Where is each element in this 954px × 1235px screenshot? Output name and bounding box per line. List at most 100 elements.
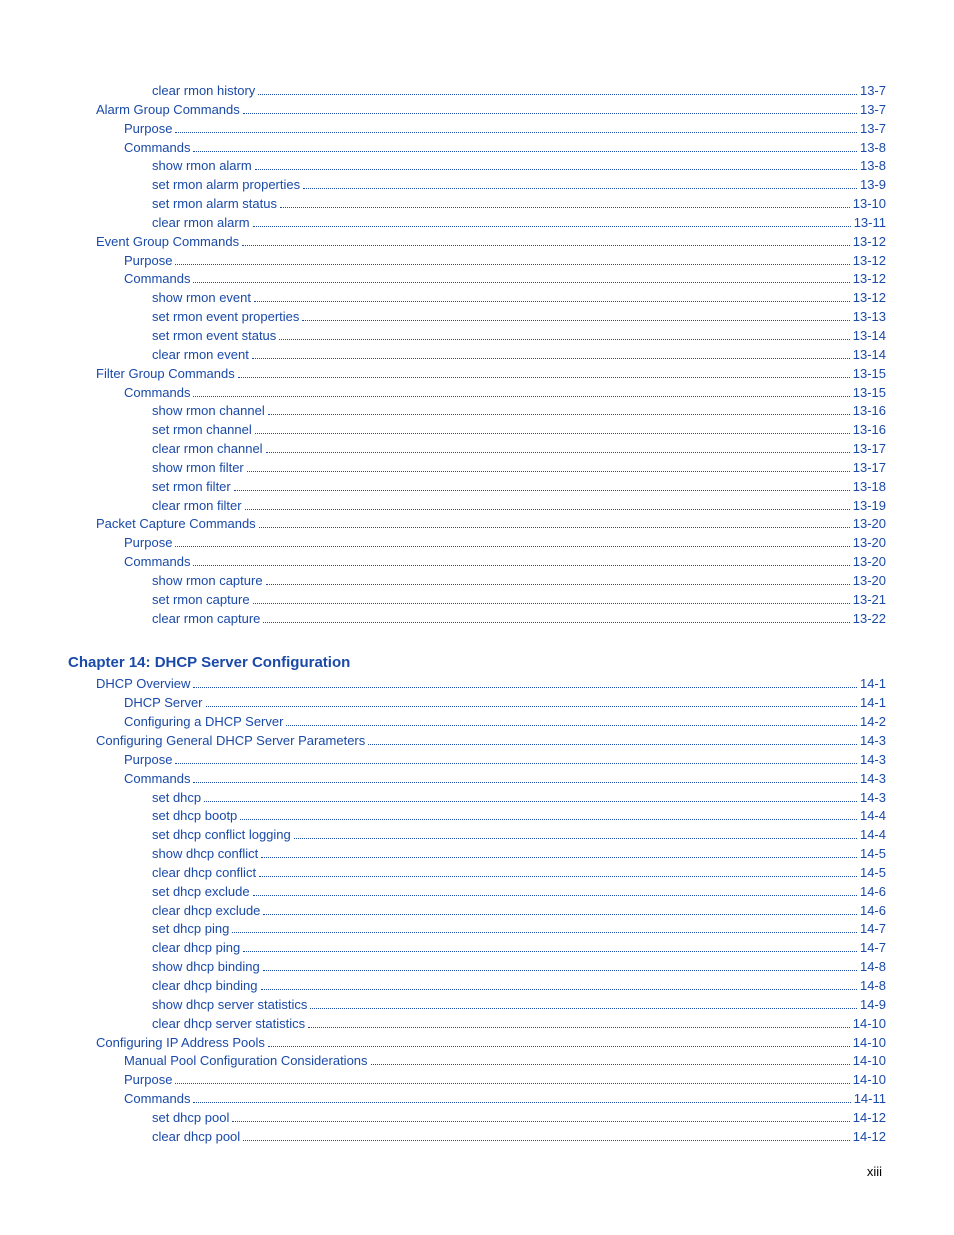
toc-leader-dots (302, 320, 849, 321)
toc-entry-label: Commands (124, 770, 190, 789)
toc-entry-label: Purpose (124, 751, 172, 770)
toc-leader-dots (193, 282, 849, 283)
toc-entry-page: 14-6 (860, 883, 886, 902)
toc-entry[interactable]: Manual Pool Configuration Considerations… (68, 1052, 886, 1071)
toc-entry[interactable]: clear rmon filter13-19 (68, 497, 886, 516)
toc-entry[interactable]: Commands13-20 (68, 553, 886, 572)
toc-entry[interactable]: show rmon capture13-20 (68, 572, 886, 591)
toc-entry-label: Commands (124, 1090, 190, 1109)
toc-entry[interactable]: set dhcp bootp14-4 (68, 807, 886, 826)
toc-entry-label: clear rmon alarm (152, 214, 250, 233)
toc-entry[interactable]: clear rmon event13-14 (68, 346, 886, 365)
toc-entry[interactable]: clear dhcp server statistics14-10 (68, 1015, 886, 1034)
toc-entry[interactable]: set rmon event status13-14 (68, 327, 886, 346)
toc-entry[interactable]: Event Group Commands 13-12 (68, 233, 886, 252)
toc-entry[interactable]: show rmon filter 13-17 (68, 459, 886, 478)
toc-leader-dots (263, 622, 849, 623)
toc-entry[interactable]: Purpose14-3 (68, 751, 886, 770)
toc-entry-label: show rmon channel (152, 402, 265, 421)
toc-entry[interactable]: set rmon alarm properties13-9 (68, 176, 886, 195)
toc-entry[interactable]: set rmon capture13-21 (68, 591, 886, 610)
toc-entry[interactable]: clear dhcp binding14-8 (68, 977, 886, 996)
toc-leader-dots (255, 433, 850, 434)
toc-entry[interactable]: show dhcp conflict14-5 (68, 845, 886, 864)
toc-entry-page: 13-12 (853, 252, 886, 271)
toc-entry[interactable]: set rmon filter13-18 (68, 478, 886, 497)
toc-entry[interactable]: Purpose14-10 (68, 1071, 886, 1090)
toc-entry[interactable]: Commands 14-11 (68, 1090, 886, 1109)
toc-entry[interactable]: show rmon alarm13-8 (68, 157, 886, 176)
toc-entry[interactable]: set rmon event properties13-13 (68, 308, 886, 327)
toc-entry-page: 13-20 (853, 534, 886, 553)
toc-entry[interactable]: set dhcp conflict logging14-4 (68, 826, 886, 845)
toc-entry[interactable]: Purpose13-12 (68, 252, 886, 271)
toc-leader-dots (175, 264, 849, 265)
toc-entry-label: set rmon filter (152, 478, 231, 497)
toc-entry[interactable]: clear dhcp exclude14-6 (68, 902, 886, 921)
toc-entry[interactable]: show rmon event13-12 (68, 289, 886, 308)
toc-entry-page: 13-22 (853, 610, 886, 629)
toc-entry-page: 13-12 (853, 289, 886, 308)
toc-entry[interactable]: clear dhcp conflict14-5 (68, 864, 886, 883)
toc-entry[interactable]: clear dhcp ping14-7 (68, 939, 886, 958)
toc-leader-dots (261, 989, 857, 990)
toc-entry[interactable]: Packet Capture Commands 13-20 (68, 515, 886, 534)
toc-entry-page: 13-15 (853, 384, 886, 403)
toc-entry[interactable]: Purpose13-20 (68, 534, 886, 553)
toc-entry-label: Event Group Commands (96, 233, 239, 252)
toc-leader-dots (193, 565, 849, 566)
toc-leader-dots (279, 339, 849, 340)
toc-entry[interactable]: Commands13-12 (68, 270, 886, 289)
toc-entry[interactable]: clear rmon history13-7 (68, 82, 886, 101)
toc-leader-dots (268, 414, 850, 415)
toc-entry[interactable]: set dhcp pool14-12 (68, 1109, 886, 1128)
toc-entry[interactable]: clear rmon channel13-17 (68, 440, 886, 459)
toc-entry-page: 14-12 (853, 1109, 886, 1128)
toc-entry[interactable]: Purpose13-7 (68, 120, 886, 139)
toc-leader-dots (253, 895, 857, 896)
toc-entry-label: set rmon alarm status (152, 195, 277, 214)
toc-entry-page: 13-8 (860, 139, 886, 158)
toc-entry-page: 14-11 (854, 1090, 886, 1109)
toc-entry[interactable]: Configuring IP Address Pools 14-10 (68, 1034, 886, 1053)
toc-entry[interactable]: show dhcp server statistics14-9 (68, 996, 886, 1015)
toc-entry-label: show dhcp server statistics (152, 996, 307, 1015)
toc-entry[interactable]: set dhcp exclude14-6 (68, 883, 886, 902)
toc-leader-dots (368, 744, 857, 745)
toc-entry-label: clear dhcp ping (152, 939, 240, 958)
toc-entry[interactable]: DHCP Server 14-1 (68, 694, 886, 713)
toc-entry[interactable]: Configuring a DHCP Server 14-2 (68, 713, 886, 732)
toc-entry-page: 14-6 (860, 902, 886, 921)
toc-entry-page: 13-14 (853, 346, 886, 365)
toc-entry[interactable]: Alarm Group Commands 13-7 (68, 101, 886, 120)
toc-entry[interactable]: set dhcp14-3 (68, 789, 886, 808)
toc-entry[interactable]: Commands13-15 (68, 384, 886, 403)
toc-leader-dots (286, 725, 857, 726)
toc-entry[interactable]: set rmon channel13-16 (68, 421, 886, 440)
toc-entry-page: 13-17 (853, 459, 886, 478)
toc-leader-dots (175, 132, 857, 133)
toc-entry[interactable]: set rmon alarm status13-10 (68, 195, 886, 214)
toc-entry[interactable]: DHCP Overview 14-1 (68, 675, 886, 694)
toc-entry-page: 13-12 (853, 233, 886, 252)
toc-entry[interactable]: clear rmon capture13-22 (68, 610, 886, 629)
toc-entry[interactable]: Filter Group Commands 13-15 (68, 365, 886, 384)
toc-leader-dots (255, 169, 857, 170)
toc-entry[interactable]: Configuring General DHCP Server Paramete… (68, 732, 886, 751)
toc-entry[interactable]: Commands13-8 (68, 139, 886, 158)
toc-entry[interactable]: clear rmon alarm13-11 (68, 214, 886, 233)
chapter-heading: Chapter 14: DHCP Server Configuration (68, 654, 886, 671)
toc-entry[interactable]: show rmon channel13-16 (68, 402, 886, 421)
toc-entry-label: show rmon capture (152, 572, 263, 591)
toc-leader-dots (243, 1140, 850, 1141)
toc-entry[interactable]: set dhcp ping14-7 (68, 920, 886, 939)
toc-entry[interactable]: Commands14-3 (68, 770, 886, 789)
toc-entry-page: 14-4 (860, 807, 886, 826)
toc-entry-label: set dhcp ping (152, 920, 229, 939)
toc-entry[interactable]: clear dhcp pool14-12 (68, 1128, 886, 1147)
toc-leader-dots (245, 509, 850, 510)
toc-entry-label: show rmon filter (152, 459, 244, 478)
toc-entry-page: 13-17 (853, 440, 886, 459)
table-of-contents: clear rmon history13-7Alarm Group Comman… (68, 82, 886, 1147)
toc-entry[interactable]: show dhcp binding14-8 (68, 958, 886, 977)
